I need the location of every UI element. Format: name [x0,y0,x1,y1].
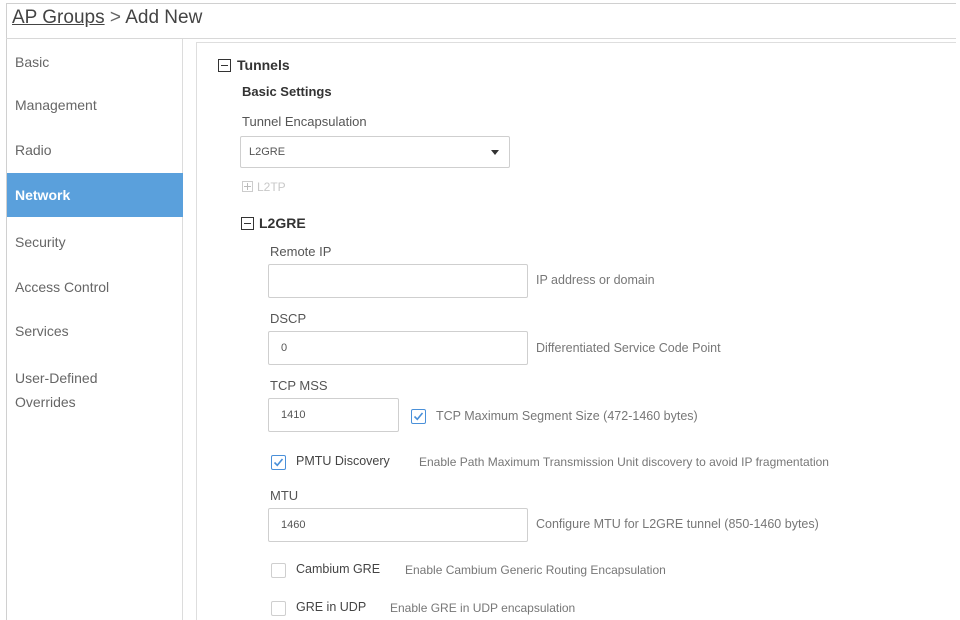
mtu-input[interactable]: 1460 [268,508,528,542]
remote-ip-label: Remote IP [270,244,332,259]
remote-ip-input[interactable] [268,264,528,298]
sidebar-item-access-control[interactable]: Access Control [7,278,183,296]
mtu-label: MTU [270,488,299,503]
gre-in-udp-checkbox[interactable] [271,601,286,616]
sidebar-nav: Basic Management Radio Network Security … [7,39,183,620]
remote-ip-hint: IP address or domain [536,273,655,287]
tcp-mss-label: TCP MSS [270,378,328,393]
l2gre-title: L2GRE [259,215,306,231]
dscp-label: DSCP [270,311,307,326]
checkmark-icon [413,412,424,421]
sidebar-item-network[interactable]: Network [7,173,183,217]
pmtu-discovery-checkbox[interactable] [271,455,286,470]
tunnel-encapsulation-select[interactable]: L2GRE [240,136,510,168]
breadcrumb-ap-groups-link[interactable]: AP Groups [12,7,105,28]
cambium-gre-label: Cambium GRE [296,562,381,576]
cambium-gre-hint: Enable Cambium Generic Routing Encapsula… [405,563,666,577]
tcp-mss-hint: TCP Maximum Segment Size (472-1460 bytes… [436,409,698,423]
tunnels-collapse-icon[interactable] [218,59,231,72]
sidebar-item-label-line2: Overrides [15,394,76,410]
l2tp-expand-icon[interactable] [242,181,253,192]
basic-settings-heading: Basic Settings [242,84,332,99]
dscp-input[interactable]: 0 [268,331,528,365]
tunnels-title: Tunnels [237,57,290,73]
tcp-mss-checkbox[interactable] [411,409,426,424]
sidebar-item-radio[interactable]: Radio [7,141,183,159]
sidebar-item-security[interactable]: Security [7,233,183,251]
breadcrumb-current: Add New [125,7,203,28]
gre-in-udp-hint: Enable GRE in UDP encapsulation [390,601,576,615]
breadcrumb-separator: > [104,7,126,28]
l2gre-collapse-icon[interactable] [241,217,254,230]
checkmark-icon [273,458,284,467]
sidebar-item-management[interactable]: Management [7,96,183,114]
pmtu-discovery-label: PMTU Discovery [296,454,390,468]
sidebar-item-basic[interactable]: Basic [7,53,183,71]
pmtu-discovery-hint: Enable Path Maximum Transmission Unit di… [419,455,829,469]
sidebar-item-user-defined-overrides[interactable]: User-Defined Overrides [7,369,183,411]
breadcrumb: AP Groups > Add New [12,7,202,29]
l2tp-label: L2TP [257,180,286,194]
dscp-hint: Differentiated Service Code Point [536,341,721,355]
tunnel-encapsulation-label: Tunnel Encapsulation [242,114,367,129]
cambium-gre-checkbox[interactable] [271,563,286,578]
tunnel-encapsulation-value: L2GRE [249,146,286,158]
gre-in-udp-label: GRE in UDP [296,600,367,614]
sidebar-item-services[interactable]: Services [7,322,183,340]
sidebar-item-label-line1: User-Defined [15,370,98,386]
chevron-down-icon [491,150,499,155]
tcp-mss-input[interactable]: 1410 [268,398,399,432]
mtu-hint: Configure MTU for L2GRE tunnel (850-1460… [536,517,819,531]
